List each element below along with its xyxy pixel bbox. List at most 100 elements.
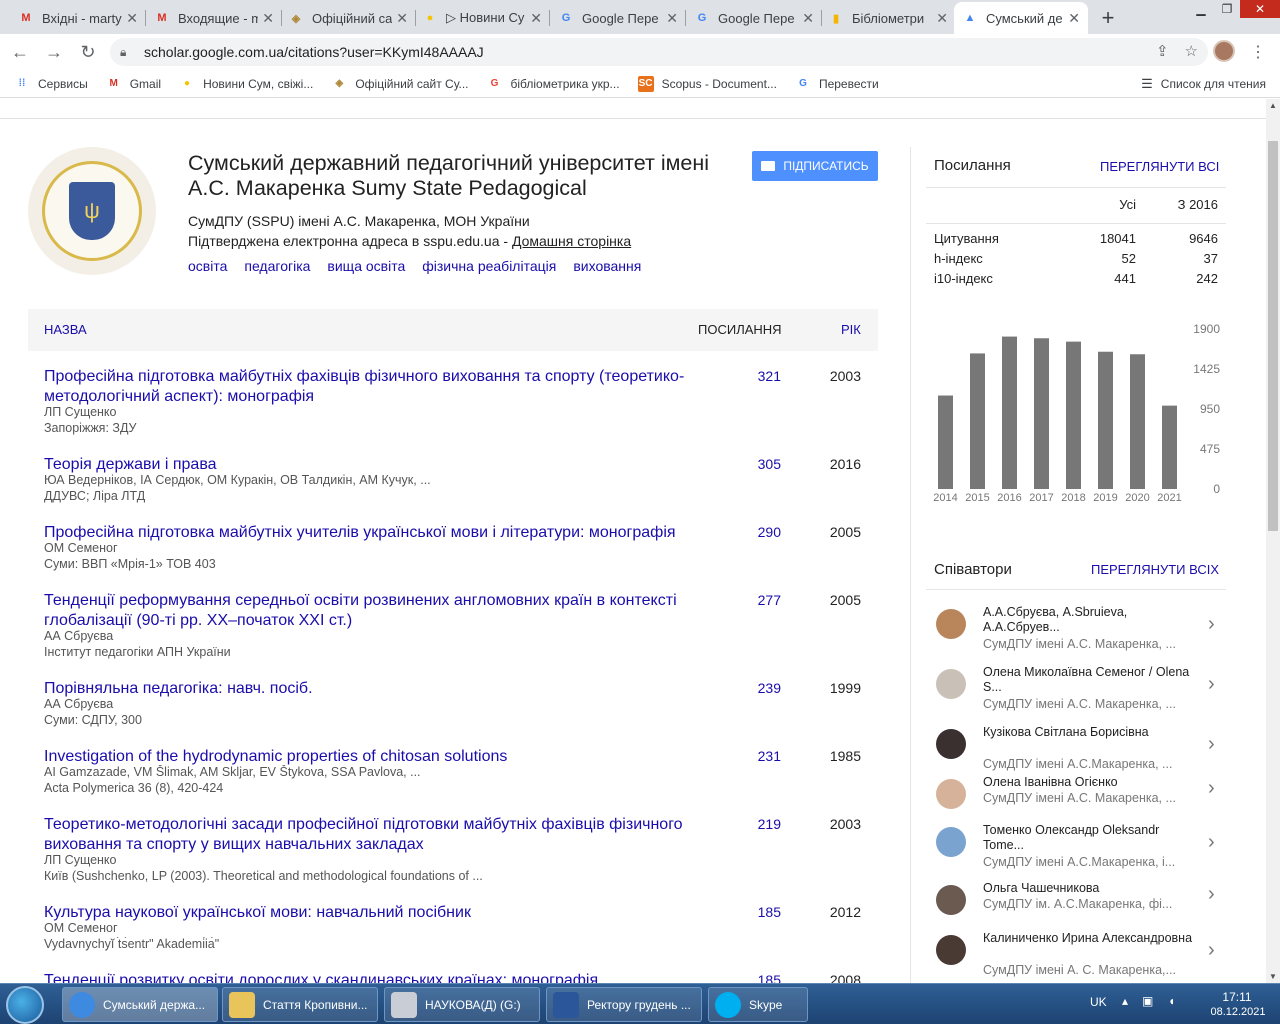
chevron-right-icon[interactable]: › <box>1208 613 1215 636</box>
coauthor-item[interactable]: Кузікова Світлана Борисівна СумДПУ імені … <box>926 725 1226 781</box>
coauthor-item[interactable]: Ольга Чашечникова СумДПУ ім. А.С.Макаренк… <box>926 881 1226 937</box>
lock-icon[interactable]: 🔒︎ <box>120 45 134 59</box>
article-title-link[interactable]: Теорія держави і права <box>44 455 704 475</box>
chevron-right-icon[interactable]: › <box>1208 673 1215 696</box>
tab-6[interactable]: G Google Пере ✕ <box>686 2 822 34</box>
bookmark-1[interactable]: ⁞⁞ Сервисы <box>14 76 88 92</box>
article-title-link[interactable]: Культура наукової української мови: навч… <box>44 903 704 923</box>
sort-by-title[interactable]: НАЗВА <box>44 322 87 337</box>
citation-count-link[interactable]: 185 <box>743 972 781 983</box>
interest-link[interactable]: освіта <box>188 258 227 274</box>
follow-button[interactable]: ПІДПИСАТИСЬ <box>752 151 878 181</box>
chevron-right-icon[interactable]: › <box>1208 883 1215 906</box>
citation-count-link[interactable]: 185 <box>743 904 781 920</box>
article-title-link[interactable]: Теоретико-методологічні засади професійн… <box>44 815 704 855</box>
chart-bar-2021[interactable] <box>1162 405 1177 489</box>
article-title-link[interactable]: Професійна підготовка майбутніх фахівців… <box>44 367 704 407</box>
share-icon[interactable]: ⇪ <box>1156 42 1169 60</box>
article-title-link[interactable]: Тенденції розвитку освіти дорослих у ска… <box>44 971 704 983</box>
tab-7[interactable]: ▮ Бібліометри ✕ <box>820 2 956 34</box>
maximize-icon[interactable]: ❐ <box>1214 0 1240 18</box>
chevron-right-icon[interactable]: › <box>1208 939 1215 962</box>
start-button[interactable] <box>6 986 44 1024</box>
tab-1[interactable]: M Вхідні - marty ✕ <box>10 2 146 34</box>
bookmark-7[interactable]: G Перевести <box>795 76 879 92</box>
coauthor-item[interactable]: Олена Миколаївна Семеног / Olena S... Сум… <box>926 665 1226 721</box>
volume-icon[interactable]: ◖ <box>1168 994 1175 1008</box>
citation-count-link[interactable]: 239 <box>743 680 781 696</box>
taskbar-item-1[interactable]: Сумський держа... <box>62 987 218 1022</box>
interest-link[interactable]: педагогіка <box>244 258 310 274</box>
bookmark-3[interactable]: ● Новини Сум, свіжі... <box>179 76 313 92</box>
page-scrollbar[interactable]: ▲ ▼ <box>1266 99 1280 983</box>
tab-3[interactable]: ◈ Офіційний са ✕ <box>280 2 416 34</box>
bookmark-star-icon[interactable]: ☆ <box>1185 42 1198 60</box>
article-title-link[interactable]: Професійна підготовка майбутніх учителів… <box>44 523 704 543</box>
reload-icon[interactable]: ↻ <box>74 38 102 66</box>
menu-icon[interactable]: ⋮ <box>1250 42 1266 62</box>
citation-count-link[interactable]: 305 <box>743 456 781 472</box>
chart-bar-2015[interactable] <box>970 353 985 489</box>
chart-bar-2019[interactable] <box>1098 351 1113 489</box>
tab-2[interactable]: M Входящие - m ✕ <box>146 2 282 34</box>
scroll-thumb[interactable] <box>1268 141 1278 531</box>
new-tab-button[interactable]: + <box>1094 4 1122 32</box>
coauthor-name-link[interactable]: А.А.Сбруєва, A.Sbruieva, А.А.Сбруев... <box>983 605 1193 635</box>
see-all-coauthors-link[interactable]: ПЕРЕГЛЯНУТИ ВСІХ <box>1091 562 1219 577</box>
close-tab-icon[interactable]: ✕ <box>802 10 814 27</box>
see-all-citations-link[interactable]: ПЕРЕГЛЯНУТИ ВСІ <box>1100 159 1219 174</box>
coauthor-name-link[interactable]: Ольга Чашечникова <box>983 881 1193 896</box>
coauthor-name-link[interactable]: Олена Миколаївна Семеног / Olena S... <box>983 665 1193 695</box>
coauthor-item[interactable]: Томенко Олександр Oleksandr Tome... СумДП… <box>926 823 1226 879</box>
citation-count-link[interactable]: 231 <box>743 748 781 764</box>
close-tab-icon[interactable]: ✕ <box>1068 10 1080 27</box>
tray-arrow-icon[interactable]: ▴ <box>1122 994 1128 1008</box>
taskbar-item-3[interactable]: НАУКОВА(Д) (G:) <box>384 987 540 1022</box>
chart-bar-2016[interactable] <box>1002 336 1017 489</box>
scroll-up-icon[interactable]: ▲ <box>1269 101 1277 110</box>
close-tab-icon[interactable]: ✕ <box>936 10 948 27</box>
chart-bar-2020[interactable] <box>1130 354 1145 489</box>
chevron-right-icon[interactable]: › <box>1208 831 1215 854</box>
bookmark-4[interactable]: ◈ Офіційний сайт Су... <box>331 76 468 92</box>
coauthor-name-link[interactable]: Калиниченко Ирина Александровна <box>983 931 1193 946</box>
network-icon[interactable]: ▣ <box>1142 994 1153 1008</box>
coauthor-name-link[interactable]: Томенко Олександр Oleksandr Tome... <box>983 823 1193 853</box>
sort-by-year[interactable]: РІК <box>841 322 861 337</box>
close-tab-icon[interactable]: ✕ <box>396 10 408 27</box>
interest-link[interactable]: виховання <box>573 258 641 274</box>
coauthor-item[interactable]: Калиниченко Ирина Александровна СумДПУ ім… <box>926 931 1226 983</box>
tab-5[interactable]: G Google Пере ✕ <box>550 2 686 34</box>
coauthor-item[interactable]: А.А.Сбруєва, A.Sbruieva, А.А.Сбруев... Су… <box>926 605 1226 661</box>
close-tab-icon[interactable]: ✕ <box>126 10 138 27</box>
close-window-icon[interactable]: ✕ <box>1240 0 1280 18</box>
clock-time[interactable]: 17:11 <box>1212 990 1262 1004</box>
scroll-down-icon[interactable]: ▼ <box>1269 972 1277 981</box>
tab-4[interactable]: ● ▷ Новини Су ✕ <box>414 2 550 34</box>
chart-bar-2018[interactable] <box>1066 341 1081 489</box>
chevron-right-icon[interactable]: › <box>1208 777 1215 800</box>
forward-icon[interactable]: → <box>40 38 68 66</box>
citation-count-link[interactable]: 290 <box>743 524 781 540</box>
homepage-link[interactable]: Домашня сторінка <box>512 233 631 249</box>
close-tab-icon[interactable]: ✕ <box>530 10 542 27</box>
sort-by-citations[interactable]: ПОСИЛАННЯ <box>698 322 782 337</box>
minimize-icon[interactable]: ▁ <box>1188 0 1214 18</box>
close-tab-icon[interactable]: ✕ <box>262 10 274 27</box>
taskbar-item-5[interactable]: Skype <box>708 987 808 1022</box>
url-text[interactable]: scholar.google.com.ua/citations?user=KKy… <box>144 44 484 60</box>
bookmark-5[interactable]: Gбібліометрика укр... <box>487 76 620 92</box>
article-title-link[interactable]: Порівняльна педагогіка: навч. посіб. <box>44 679 704 699</box>
chart-bar-2017[interactable] <box>1034 338 1049 489</box>
tab-8[interactable]: ▲ Сумський де ✕ <box>954 2 1088 34</box>
profile-avatar[interactable] <box>1213 40 1235 62</box>
reading-list-button[interactable]: ☰ Список для чтения <box>1141 76 1266 92</box>
article-title-link[interactable]: Investigation of the hydrodynamic proper… <box>44 747 704 767</box>
interest-link[interactable]: вища освіта <box>327 258 405 274</box>
clock-date[interactable]: 08.12.2021 <box>1208 1006 1268 1018</box>
coauthor-name-link[interactable]: Олена Іванівна Огієнко <box>983 775 1193 790</box>
citation-count-link[interactable]: 277 <box>743 592 781 608</box>
chevron-right-icon[interactable]: › <box>1208 733 1215 756</box>
address-bar[interactable]: 🔒︎ scholar.google.com.ua/citations?user=… <box>110 38 1208 66</box>
bookmark-6[interactable]: SC Scopus - Document... <box>637 75 777 92</box>
